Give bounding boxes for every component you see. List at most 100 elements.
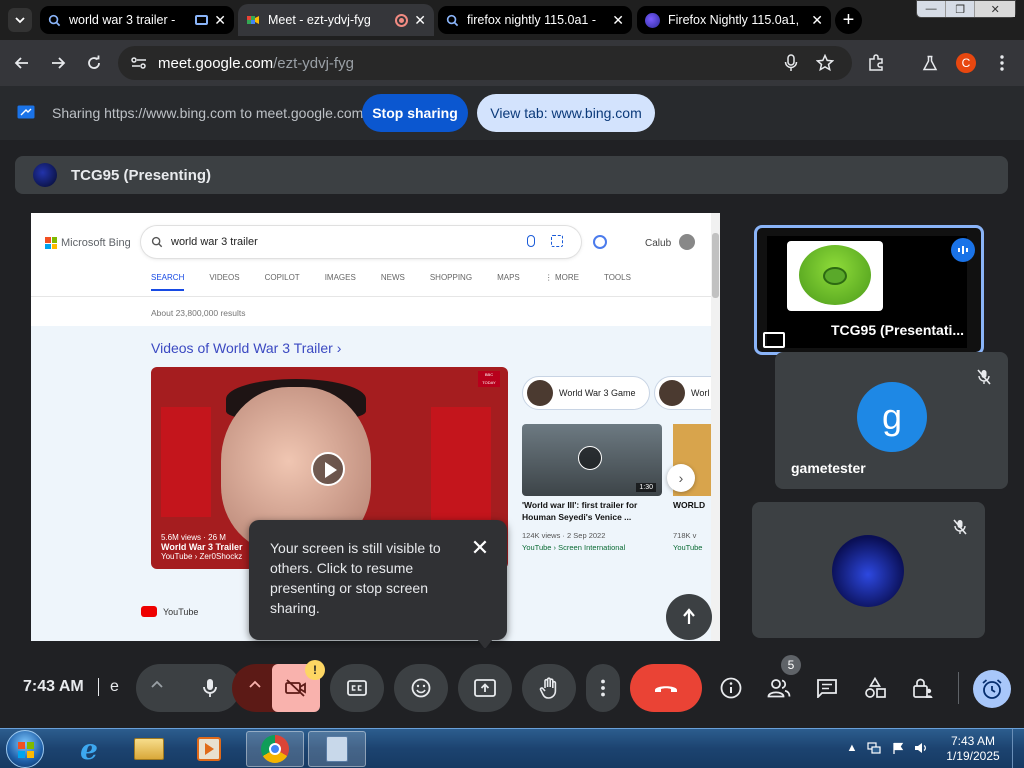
bing-tab-images[interactable]: IMAGES [325, 273, 356, 291]
related-chip[interactable]: World War 3 Game [522, 376, 650, 410]
meeting-timer-button[interactable] [973, 670, 1011, 708]
taskbar-file-explorer[interactable] [122, 731, 176, 767]
kebab-menu-icon [1000, 55, 1004, 71]
microphone-icon[interactable] [784, 54, 798, 76]
bookmark-star-icon[interactable] [815, 53, 835, 76]
bing-tab-news[interactable]: NEWS [381, 273, 405, 291]
divider [98, 678, 99, 696]
meeting-details-button[interactable] [719, 676, 743, 700]
alarm-clock-icon [982, 679, 1002, 699]
network-icon[interactable] [867, 741, 881, 755]
activities-button[interactable] [863, 676, 887, 700]
labs-button[interactable] [918, 51, 942, 75]
tooltip-close-button[interactable]: ✕ [468, 535, 492, 560]
window-controls: — ❐ ✕ [916, 0, 1016, 18]
bing-search-box[interactable]: world war 3 trailer [141, 226, 581, 258]
close-icon[interactable]: ✕ [612, 12, 624, 29]
profile-button[interactable]: C [954, 51, 978, 75]
participant-tile-gametester[interactable]: g gametester [775, 352, 1008, 489]
profile-avatar: C [956, 53, 976, 73]
tab-bing-search[interactable]: world war 3 trailer - ✕ [40, 6, 234, 34]
back-button[interactable] [10, 51, 34, 75]
camera-warning-badge[interactable]: ! [305, 660, 325, 680]
tab-meet[interactable]: Meet - ezt-ydvj-fyg ✕ [238, 4, 434, 36]
view-tab-button[interactable]: View tab: www.bing.com [477, 94, 655, 132]
side-video-thumbnail[interactable]: 1:30 [522, 424, 662, 496]
video-settings-button[interactable] [248, 678, 262, 697]
address-bar[interactable]: meet.google.com/ezt-ydvj-fyg [118, 46, 852, 80]
side-video-source: YouTube › Screen International [522, 543, 626, 552]
reactions-button[interactable] [394, 664, 448, 712]
show-desktop-button[interactable] [1012, 729, 1024, 768]
videos-heading[interactable]: Videos of World War 3 Trailer › [151, 340, 341, 356]
bing-header: Microsoft Bing world war 3 trailer Calub… [31, 213, 720, 297]
taskbar-clock[interactable]: 7:43 AM 1/19/2025 [940, 734, 1006, 764]
bing-tab-tools[interactable]: TOOLS [604, 273, 631, 291]
captions-button[interactable] [330, 664, 384, 712]
action-center-flag-icon[interactable] [891, 741, 905, 755]
taskbar-media-player[interactable] [182, 731, 236, 767]
bing-tab-copilot[interactable]: COPILOT [265, 273, 300, 291]
close-icon[interactable]: ✕ [414, 12, 426, 29]
chat-button[interactable] [815, 676, 839, 700]
minimize-button[interactable]: — [917, 1, 947, 17]
windows-taskbar: e ▲ 7:43 AM 1/19/2025 [0, 728, 1024, 768]
play-icon[interactable] [311, 452, 345, 486]
raise-hand-button[interactable] [522, 664, 576, 712]
reload-button[interactable] [82, 51, 106, 75]
close-icon[interactable]: ✕ [214, 12, 226, 29]
participant-tile-3[interactable] [752, 502, 985, 638]
play-icon[interactable] [578, 446, 602, 470]
copilot-icon[interactable] [593, 235, 607, 249]
host-controls-button[interactable] [911, 676, 935, 700]
tab-firefox-nightly[interactable]: Firefox Nightly 115.0a1, ✕ [637, 6, 831, 34]
bing-tab-shopping[interactable]: SHOPPING [430, 273, 472, 291]
leave-call-button[interactable] [630, 664, 702, 712]
present-now-button[interactable] [458, 664, 512, 712]
bing-user-name[interactable]: Calub [645, 238, 671, 249]
window-close-button[interactable]: ✕ [975, 1, 1015, 17]
video-source: YouTube › Zer0Shockz [161, 552, 243, 561]
shared-page-scrollbar[interactable] [711, 213, 720, 641]
site-info-icon[interactable] [130, 55, 148, 71]
microphone-button[interactable] [180, 664, 240, 712]
audio-settings-button[interactable] [150, 678, 164, 697]
visual-search-icon[interactable] [551, 235, 563, 247]
user-avatar[interactable] [679, 234, 695, 250]
side-video-title-2[interactable]: WORLD [673, 500, 705, 510]
scroll-to-top-button[interactable] [666, 594, 712, 640]
bing-tab-videos[interactable]: VIDEOS [209, 273, 239, 291]
new-tab-button[interactable]: + [835, 7, 862, 34]
people-button[interactable] [767, 676, 791, 700]
taskbar-calculator[interactable] [308, 731, 366, 767]
restore-button[interactable]: ❐ [946, 1, 976, 17]
scrollbar-thumb[interactable] [712, 233, 719, 298]
results-count: About 23,800,000 results [151, 308, 246, 318]
tab-firefox-search[interactable]: firefox nightly 115.0a1 - ✕ [438, 6, 632, 34]
tab-search-button[interactable] [8, 8, 32, 32]
bing-tab-search[interactable]: SEARCH [151, 273, 185, 291]
internet-explorer-icon: e [80, 732, 98, 766]
taskbar-internet-explorer[interactable]: e [62, 731, 116, 767]
tray-expand-icon[interactable]: ▲ [845, 741, 859, 755]
youtube-result-row[interactable]: YouTube [141, 606, 198, 617]
bing-brand-text: Microsoft Bing [61, 237, 131, 249]
resume-presenting-tooltip[interactable]: Your screen is still visible to others. … [249, 520, 507, 649]
extensions-button[interactable] [864, 51, 888, 75]
side-video-title[interactable]: 'World war III': first trailer for Houma… [522, 500, 662, 524]
stop-sharing-button[interactable]: Stop sharing [362, 94, 468, 132]
participant-avatar [832, 535, 904, 607]
bing-tab-more[interactable]: ⋮ MORE [545, 273, 579, 291]
bing-logo[interactable]: Microsoft Bing [45, 237, 131, 249]
forward-button[interactable] [46, 51, 70, 75]
participant-tile-self[interactable]: TCG95 (Presentati... [754, 225, 984, 355]
bing-tab-maps[interactable]: MAPS [497, 273, 520, 291]
close-icon[interactable]: ✕ [811, 12, 823, 29]
taskbar-chrome[interactable] [246, 731, 304, 767]
carousel-next-button[interactable]: › [667, 464, 695, 492]
volume-icon[interactable] [914, 741, 928, 755]
microphone-icon[interactable] [527, 235, 535, 247]
browser-menu-button[interactable] [990, 51, 1014, 75]
more-options-button[interactable] [586, 664, 620, 712]
start-button[interactable] [6, 730, 44, 768]
